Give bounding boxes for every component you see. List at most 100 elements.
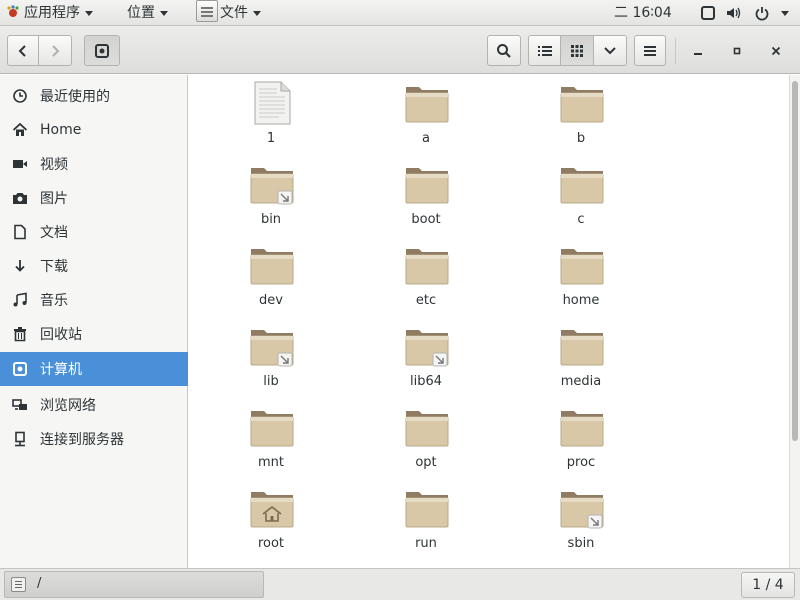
back-button[interactable]	[7, 35, 39, 66]
sidebar-item-videos[interactable]: 视频	[0, 147, 188, 181]
sidebar-item-recent[interactable]: 最近使用的	[0, 79, 188, 113]
folder-icon	[404, 405, 450, 449]
file-item-1[interactable]: 1	[211, 75, 331, 155]
hamburger-menu-icon	[644, 45, 656, 56]
files-app-menu[interactable]: 文件	[196, 0, 261, 26]
location-computer-button[interactable]	[84, 35, 120, 66]
folder-icon	[404, 162, 450, 206]
file-item-a[interactable]: a	[366, 75, 486, 155]
file-item-c[interactable]: c	[521, 156, 641, 236]
sidebar-item-label: 图片	[40, 191, 68, 207]
page-indicator-label: 1 / 4	[752, 577, 784, 593]
sidebar-item-music[interactable]: 音乐	[0, 283, 188, 317]
music-icon	[12, 292, 28, 308]
file-cabinet-icon	[196, 0, 218, 22]
sidebar-item-pictures[interactable]: 图片	[0, 181, 188, 215]
chevron-down-icon	[85, 10, 93, 16]
top-bar: 应用程序 位置 文件 二 16∶04	[0, 0, 800, 26]
clock[interactable]: 二 16∶04	[614, 0, 672, 26]
sidebar-item-label: Home	[40, 122, 82, 138]
chevron-down-icon[interactable]	[781, 11, 789, 16]
file-item-etc[interactable]: etc	[366, 237, 486, 317]
files-app-label: 文件	[220, 5, 248, 21]
file-name-label: b	[576, 131, 586, 146]
forward-button[interactable]	[39, 35, 72, 66]
file-item-lib[interactable]: lib	[211, 318, 331, 398]
file-name-label: media	[560, 374, 602, 389]
file-item-mnt[interactable]: mnt	[211, 399, 331, 479]
file-item-opt[interactable]: opt	[366, 399, 486, 479]
sidebar-item-downloads[interactable]: 下载	[0, 249, 188, 283]
file-name-label: a	[422, 131, 430, 146]
folder-link-icon	[404, 324, 450, 368]
file-item-proc[interactable]: proc	[521, 399, 641, 479]
file-name-label: root	[257, 536, 285, 551]
server-icon	[12, 431, 28, 447]
volume-icon[interactable]	[725, 5, 741, 21]
sidebar-item-home[interactable]: Home	[0, 113, 188, 147]
header-bar	[0, 26, 800, 74]
file-item-home[interactable]: home	[521, 237, 641, 317]
file-name-label: boot	[411, 212, 441, 227]
file-item-boot[interactable]: boot	[366, 156, 486, 236]
grid-view-button[interactable]	[561, 35, 594, 66]
status-bar: / 1 / 4	[0, 568, 800, 600]
folder-icon	[559, 162, 605, 206]
chevron-down-icon	[253, 10, 261, 16]
page-indicator[interactable]: 1 / 4	[741, 572, 795, 598]
home-folder-icon	[249, 486, 295, 530]
file-item-sbin[interactable]: sbin	[521, 480, 641, 560]
applications-menu[interactable]: 应用程序	[6, 0, 93, 26]
home-icon	[12, 122, 28, 138]
minimize-button[interactable]	[683, 35, 713, 66]
scrollbar-thumb[interactable]	[792, 81, 798, 441]
vertical-scrollbar[interactable]	[789, 75, 800, 568]
places-menu[interactable]: 位置	[127, 0, 168, 26]
folder-icon	[404, 243, 450, 287]
folder-icon	[249, 243, 295, 287]
minimize-icon	[694, 52, 702, 55]
network-icon	[12, 397, 28, 413]
file-item-media[interactable]: media	[521, 318, 641, 398]
sidebar-item-connect-server[interactable]: 连接到服务器	[0, 422, 188, 456]
chevron-left-icon	[18, 44, 26, 57]
list-view-button[interactable]	[528, 35, 561, 66]
close-icon	[771, 46, 781, 55]
chevron-right-icon	[52, 44, 60, 57]
sidebar-item-computer[interactable]: 计算机	[0, 352, 188, 386]
folder-icon	[249, 405, 295, 449]
power-icon[interactable]	[754, 5, 770, 21]
folder-icon	[559, 243, 605, 287]
sidebar-item-label: 连接到服务器	[40, 432, 124, 448]
file-item-b[interactable]: b	[521, 75, 641, 155]
folder-icon	[404, 81, 450, 125]
view-options-button[interactable]	[594, 35, 627, 66]
sidebar-item-label: 浏览网络	[40, 398, 96, 414]
file-name-label: opt	[415, 455, 437, 470]
folder-icon	[559, 324, 605, 368]
file-item-root[interactable]: root	[211, 480, 331, 560]
file-name-label: bin	[260, 212, 282, 227]
sidebar-item-trash[interactable]: 回收站	[0, 317, 188, 351]
sidebar-item-network[interactable]: 浏览网络	[0, 388, 188, 422]
sidebar-item-label: 文档	[40, 225, 68, 241]
sidebar-item-documents[interactable]: 文档	[0, 215, 188, 249]
file-item-run[interactable]: run	[366, 480, 486, 560]
screen-icon[interactable]	[700, 5, 716, 21]
clock-label: 二 16∶04	[614, 5, 672, 21]
file-item-dev[interactable]: dev	[211, 237, 331, 317]
sidebar: 最近使用的 Home 视频 图片 文档 下载 音乐 回收站 计算机 浏览网络 连…	[0, 75, 188, 568]
close-button[interactable]	[761, 35, 791, 66]
search-button[interactable]	[487, 35, 521, 66]
menu-button[interactable]	[634, 35, 666, 66]
sidebar-item-label: 回收站	[40, 327, 82, 343]
file-item-bin[interactable]: bin	[211, 156, 331, 236]
maximize-button[interactable]	[722, 35, 752, 66]
path-bar[interactable]: /	[4, 571, 264, 598]
folder-icon	[404, 486, 450, 530]
file-item-lib64[interactable]: lib64	[366, 318, 486, 398]
video-icon	[12, 156, 28, 172]
gnome-foot-icon	[7, 5, 19, 17]
file-name-label: sbin	[567, 536, 595, 551]
maximize-icon	[733, 47, 741, 54]
